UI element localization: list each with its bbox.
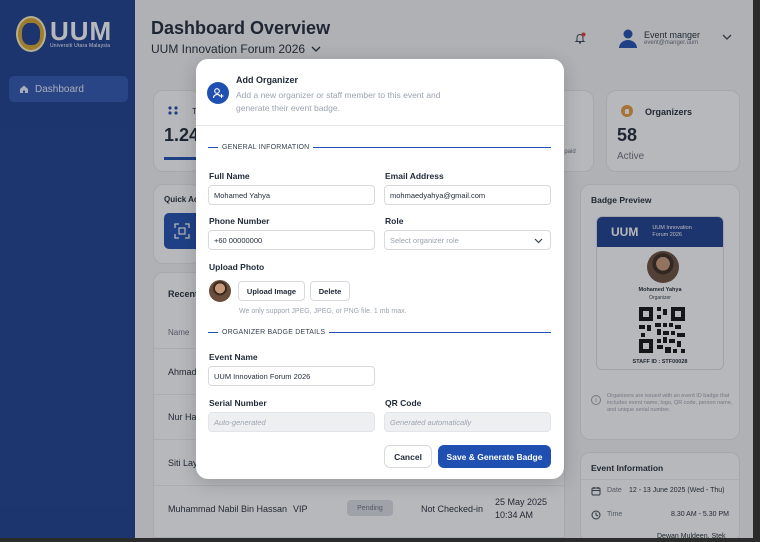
upload-hint: We only support JPEG, JPEG, or PNG file.… xyxy=(239,308,407,315)
serial-number-field: Auto-generated xyxy=(208,412,375,432)
role-select[interactable]: Select organizer role xyxy=(384,230,551,250)
add-organizer-modal: Add Organizer Add a new organizer or sta… xyxy=(196,59,564,479)
chevron-down-icon xyxy=(534,238,543,244)
event-name-field[interactable]: UUM Innovation Forum 2026 xyxy=(208,366,375,386)
save-generate-badge-button[interactable]: Save & Generate Badge xyxy=(438,445,551,468)
full-name-field[interactable]: Mohamed Yahya xyxy=(208,185,375,205)
event-name-label: Event Name xyxy=(209,352,258,362)
organizer-icon xyxy=(207,82,229,104)
section-badge-details: ORGANIZER BADGE DETAILS xyxy=(208,326,551,338)
upload-photo-label: Upload Photo xyxy=(209,262,265,272)
modal-description: Add a new organizer or staff member to t… xyxy=(236,90,441,113)
role-select-placeholder: Select organizer role xyxy=(390,235,459,245)
window-edge xyxy=(0,538,760,542)
profile-photo xyxy=(209,280,231,302)
cancel-button[interactable]: Cancel xyxy=(384,445,432,468)
qr-code-label: QR Code xyxy=(385,398,422,408)
full-name-label: Full Name xyxy=(209,171,250,181)
email-label: Email Address xyxy=(385,171,444,181)
email-field[interactable]: mohmaedyahya@gmail.com xyxy=(384,185,551,205)
qr-code-field: Generated automatically xyxy=(384,412,551,432)
section-title: GENERAL INFORMATION xyxy=(222,143,310,151)
upload-image-button[interactable]: Upload Image xyxy=(238,281,305,301)
serial-number-label: Serial Number xyxy=(209,398,267,408)
phone-label: Phone Number xyxy=(209,216,270,226)
role-label: Role xyxy=(385,216,404,226)
modal-title: Add Organizer xyxy=(236,75,299,85)
window-edge xyxy=(753,0,760,542)
phone-field[interactable]: +60 00000000 xyxy=(208,230,375,250)
delete-photo-button[interactable]: Delete xyxy=(310,281,350,301)
section-title: ORGANIZER BADGE DETAILS xyxy=(222,328,326,336)
section-general-information: GENERAL INFORMATION xyxy=(208,141,551,153)
